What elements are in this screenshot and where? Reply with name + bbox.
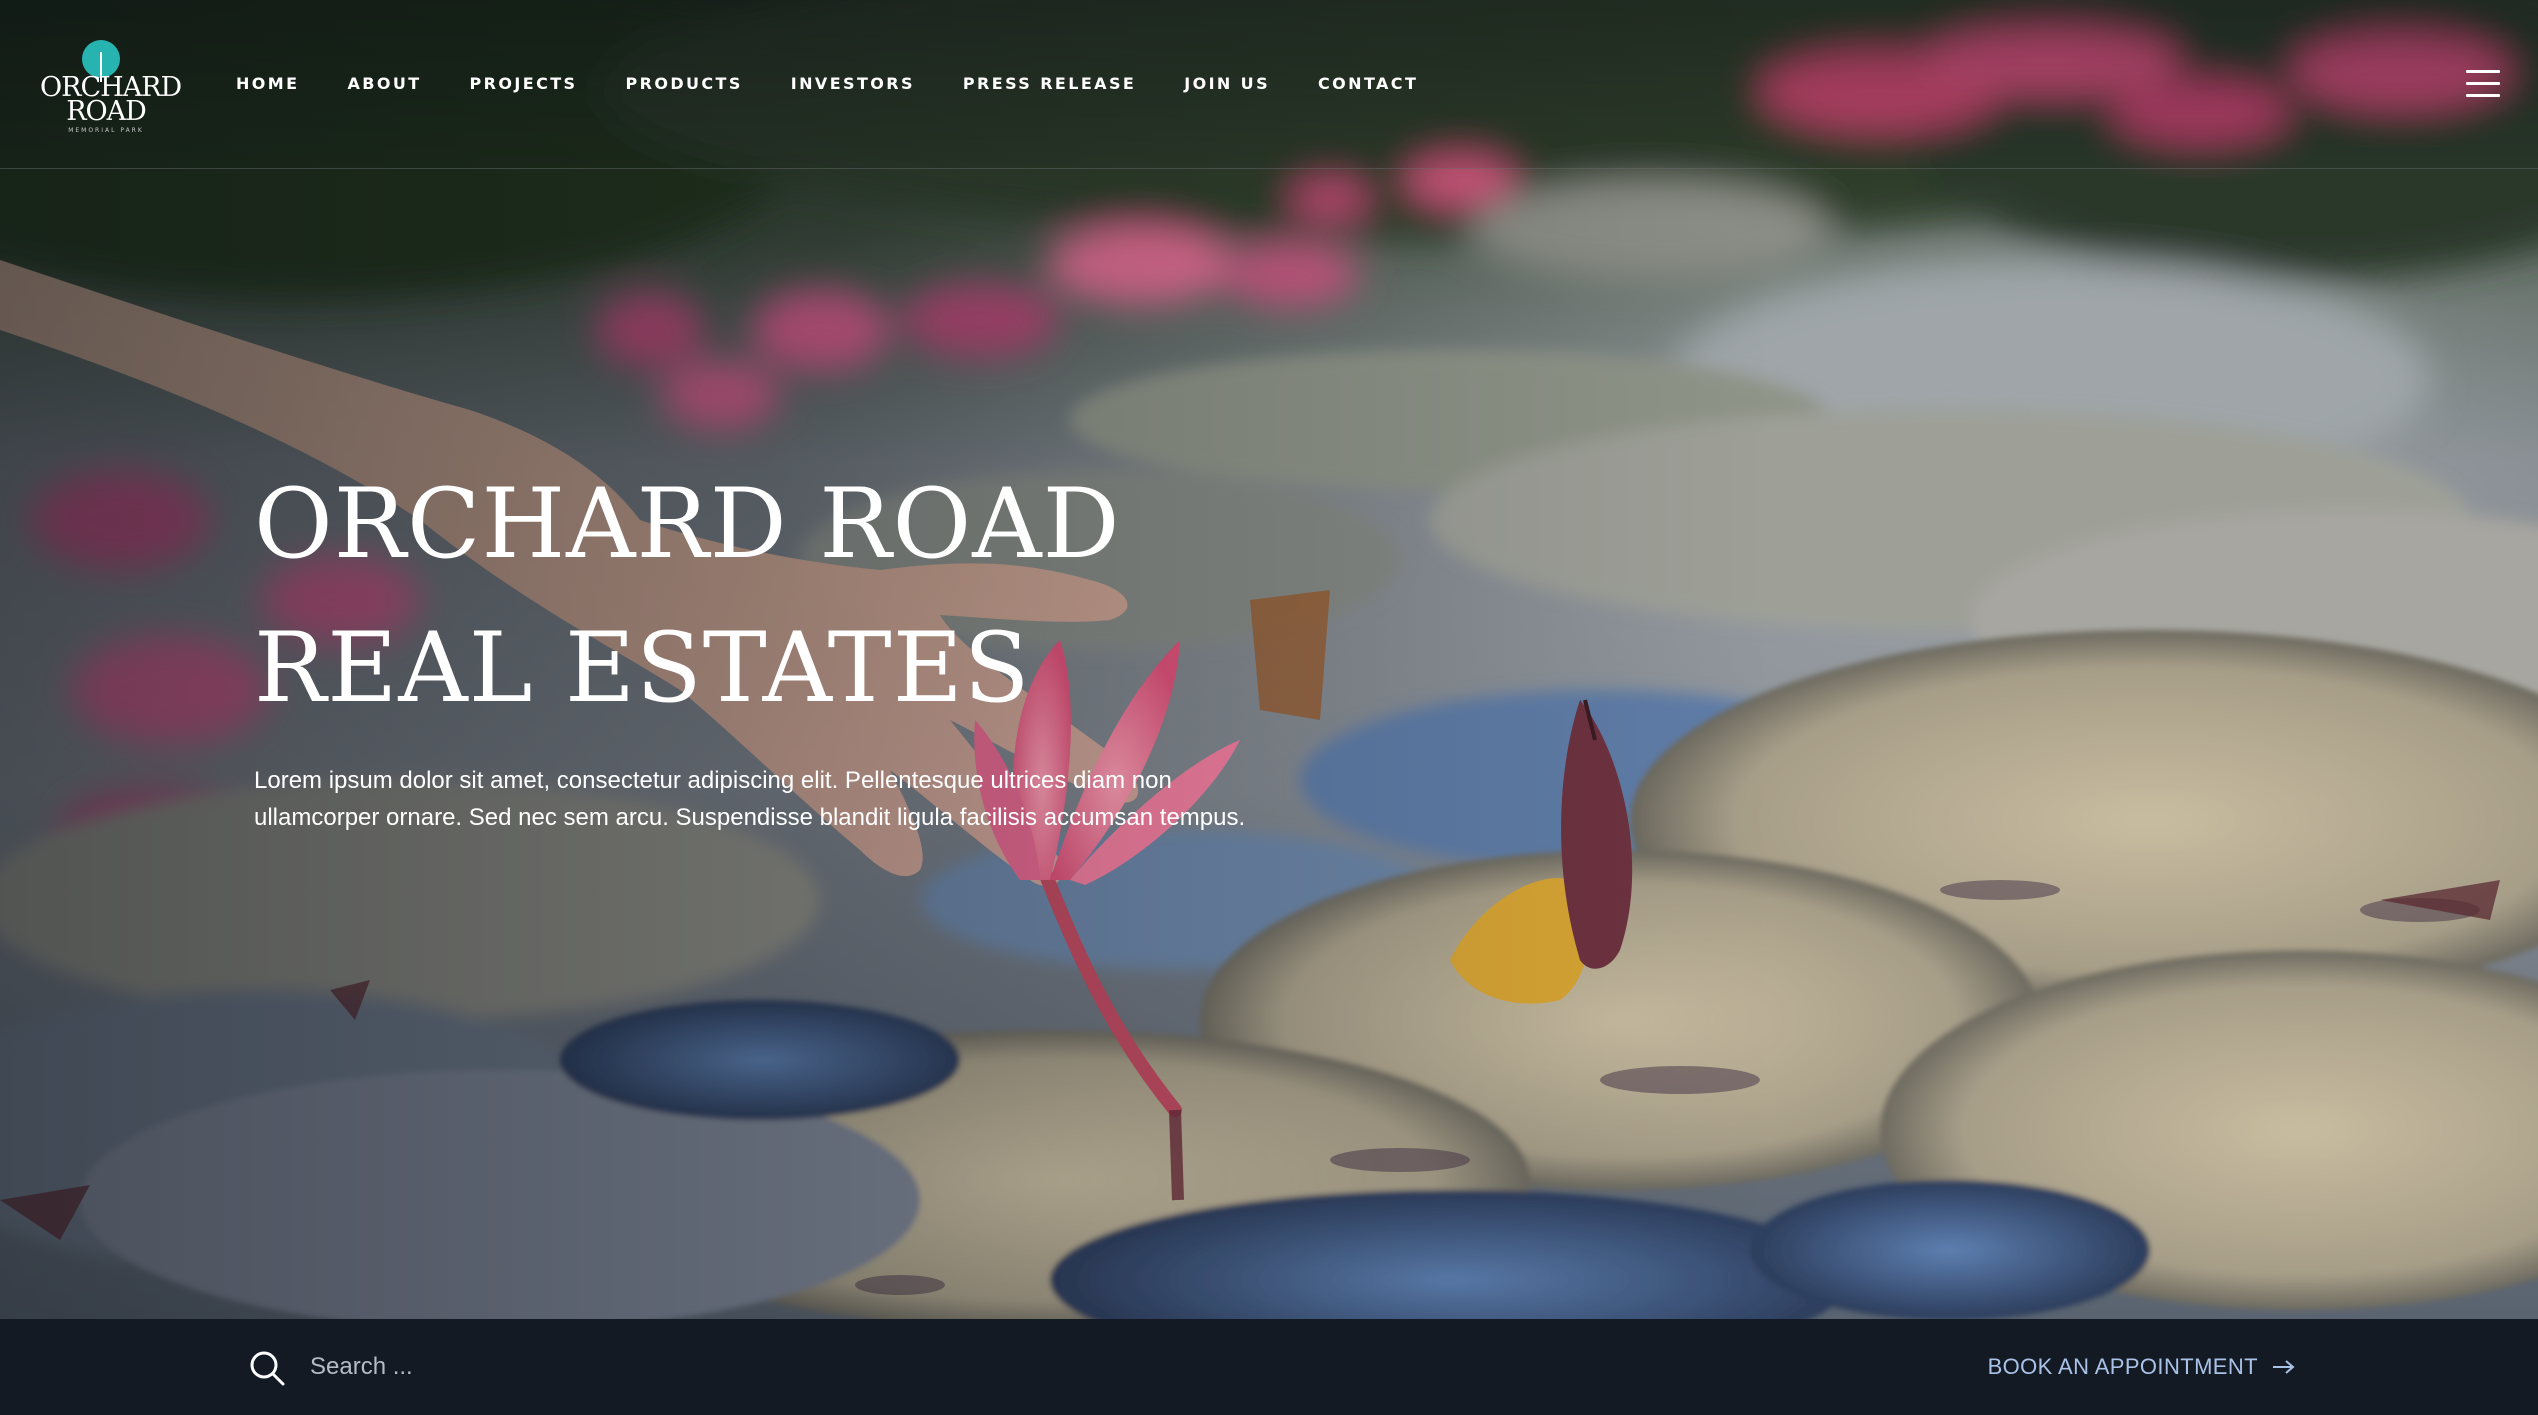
nav-item-investors[interactable]: INVESTORS [791, 72, 915, 96]
book-appointment-link[interactable]: BOOK AN APPOINTMENT [1988, 1349, 2296, 1385]
main-nav: HOME ABOUT PROJECTS PRODUCTS INVESTORS P… [236, 72, 1418, 96]
site-logo[interactable]: ORCHARD ROAD MEMORIAL PARK [40, 38, 182, 138]
book-appointment-label: BOOK AN APPOINTMENT [1987, 1354, 2258, 1379]
hero-description: Lorem ipsum dolor sit amet, consectetur … [254, 767, 1246, 831]
hero-title-line2: REAL ESTATES [254, 612, 1031, 724]
hero-title-line1: ORCHARD ROAD [254, 468, 1121, 580]
hamburger-icon[interactable] [2466, 70, 2500, 98]
nav-item-press-release[interactable]: PRESS RELEASE [963, 72, 1136, 96]
site-header: ORCHARD ROAD MEMORIAL PARK HOME ABOUT PR… [0, 0, 2538, 169]
nav-item-about[interactable]: ABOUT [347, 72, 421, 96]
logo-tagline: MEMORIAL PARK [68, 127, 144, 134]
logo-text-line2: ROAD [66, 96, 147, 127]
page: ORCHARD ROAD MEMORIAL PARK HOME ABOUT PR… [0, 0, 2538, 1415]
nav-item-contact[interactable]: CONTACT [1318, 72, 1418, 96]
search-icon[interactable] [248, 1349, 286, 1387]
nav-item-join-us[interactable]: JOIN US [1184, 72, 1270, 96]
search-input[interactable] [310, 1347, 1010, 1387]
bottom-bar: BOOK AN APPOINTMENT [0, 1319, 2538, 1415]
nav-item-projects[interactable]: PROJECTS [470, 72, 578, 96]
nav-item-home[interactable]: HOME [236, 72, 299, 96]
hero-title: ORCHARD ROAD REAL ESTATES [254, 452, 1121, 740]
nav-item-products[interactable]: PRODUCTS [625, 72, 742, 96]
arrow-right-icon [2273, 1360, 2295, 1374]
